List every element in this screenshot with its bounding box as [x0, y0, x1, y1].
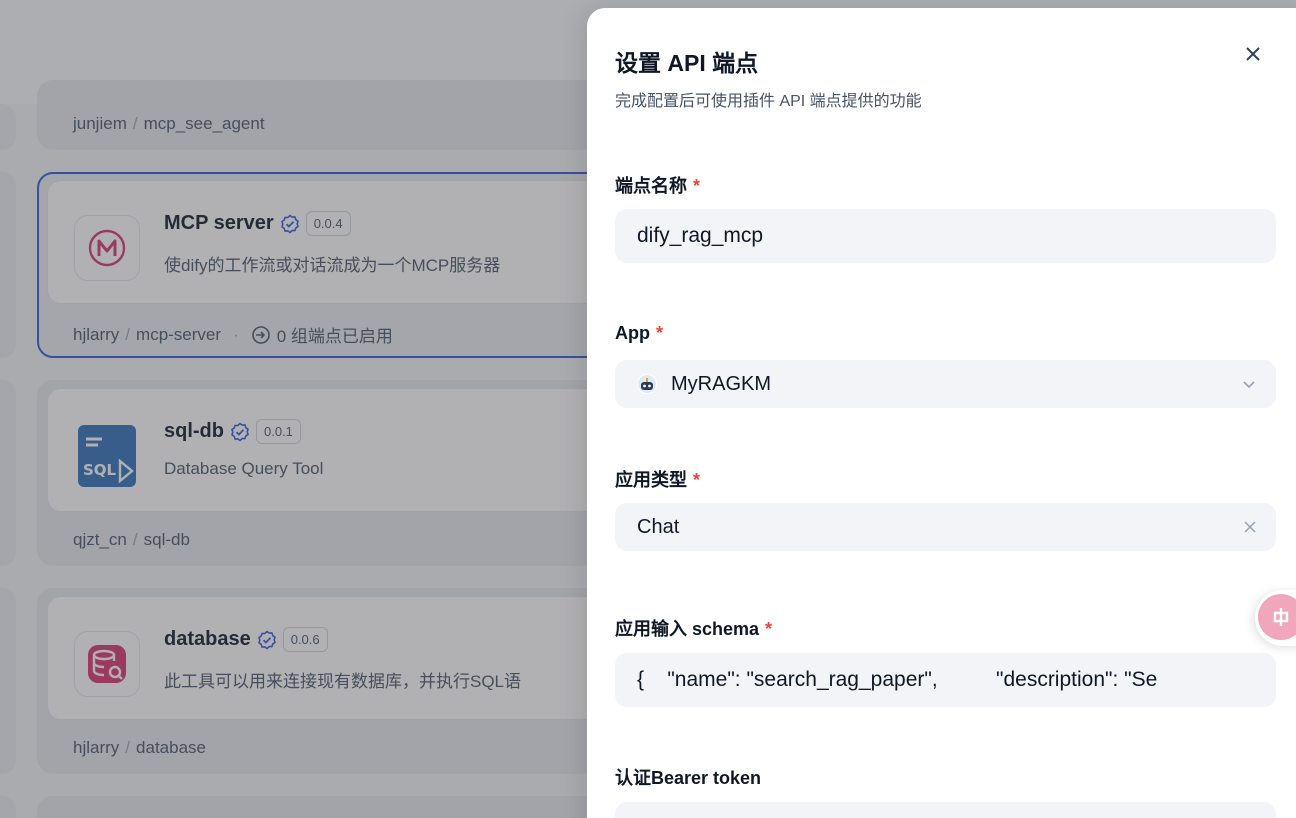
schema-value: { "name": "search_rag_paper", "descripti… — [637, 668, 1158, 691]
app-type-select[interactable]: Chat — [615, 503, 1276, 551]
required-mark: * — [765, 619, 773, 639]
app-label-text: App — [615, 323, 650, 343]
drawer-title: 设置 API 端点 — [615, 50, 759, 76]
endpoint-name-value: dify_rag_mcp — [637, 224, 764, 247]
close-icon — [1246, 47, 1260, 61]
close-button[interactable] — [1239, 40, 1267, 68]
schema-label: 应用输入 schema * — [615, 615, 772, 641]
bearer-token-label: 认证Bearer token — [615, 764, 761, 790]
endpoint-name-label: 端点名称 * — [615, 172, 700, 198]
app-type-label: 应用类型 * — [615, 466, 700, 492]
app-value: MyRAGKM — [671, 372, 771, 395]
bearer-token-label-text: 认证Bearer token — [615, 768, 762, 788]
app-type-label-text: 应用类型 — [615, 470, 687, 490]
endpoint-name-label-text: 端点名称 — [615, 176, 687, 196]
app-type-value: Chat — [637, 515, 680, 538]
assistant-avatar-icon — [1258, 594, 1296, 640]
app-select[interactable]: MyRAGKM — [615, 360, 1276, 408]
endpoint-name-input[interactable]: dify_rag_mcp — [615, 209, 1276, 263]
required-mark: * — [693, 470, 701, 490]
required-mark: * — [693, 176, 701, 196]
chevron-down-icon — [1243, 381, 1255, 389]
clear-icon[interactable] — [1240, 517, 1260, 537]
endpoint-settings-drawer: 设置 API 端点 完成配置后可使用插件 API 端点提供的功能 端点名称 * d… — [587, 8, 1296, 818]
bearer-token-input[interactable] — [615, 802, 1276, 818]
app-label: App * — [615, 323, 663, 344]
drawer-subtitle: 完成配置后可使用插件 API 端点提供的功能 — [615, 93, 922, 110]
robot-avatar-icon — [637, 374, 657, 394]
required-mark: * — [656, 323, 664, 343]
schema-label-text: 应用输入 schema — [615, 619, 760, 639]
schema-input[interactable]: { "name": "search_rag_paper", "descripti… — [615, 653, 1276, 707]
